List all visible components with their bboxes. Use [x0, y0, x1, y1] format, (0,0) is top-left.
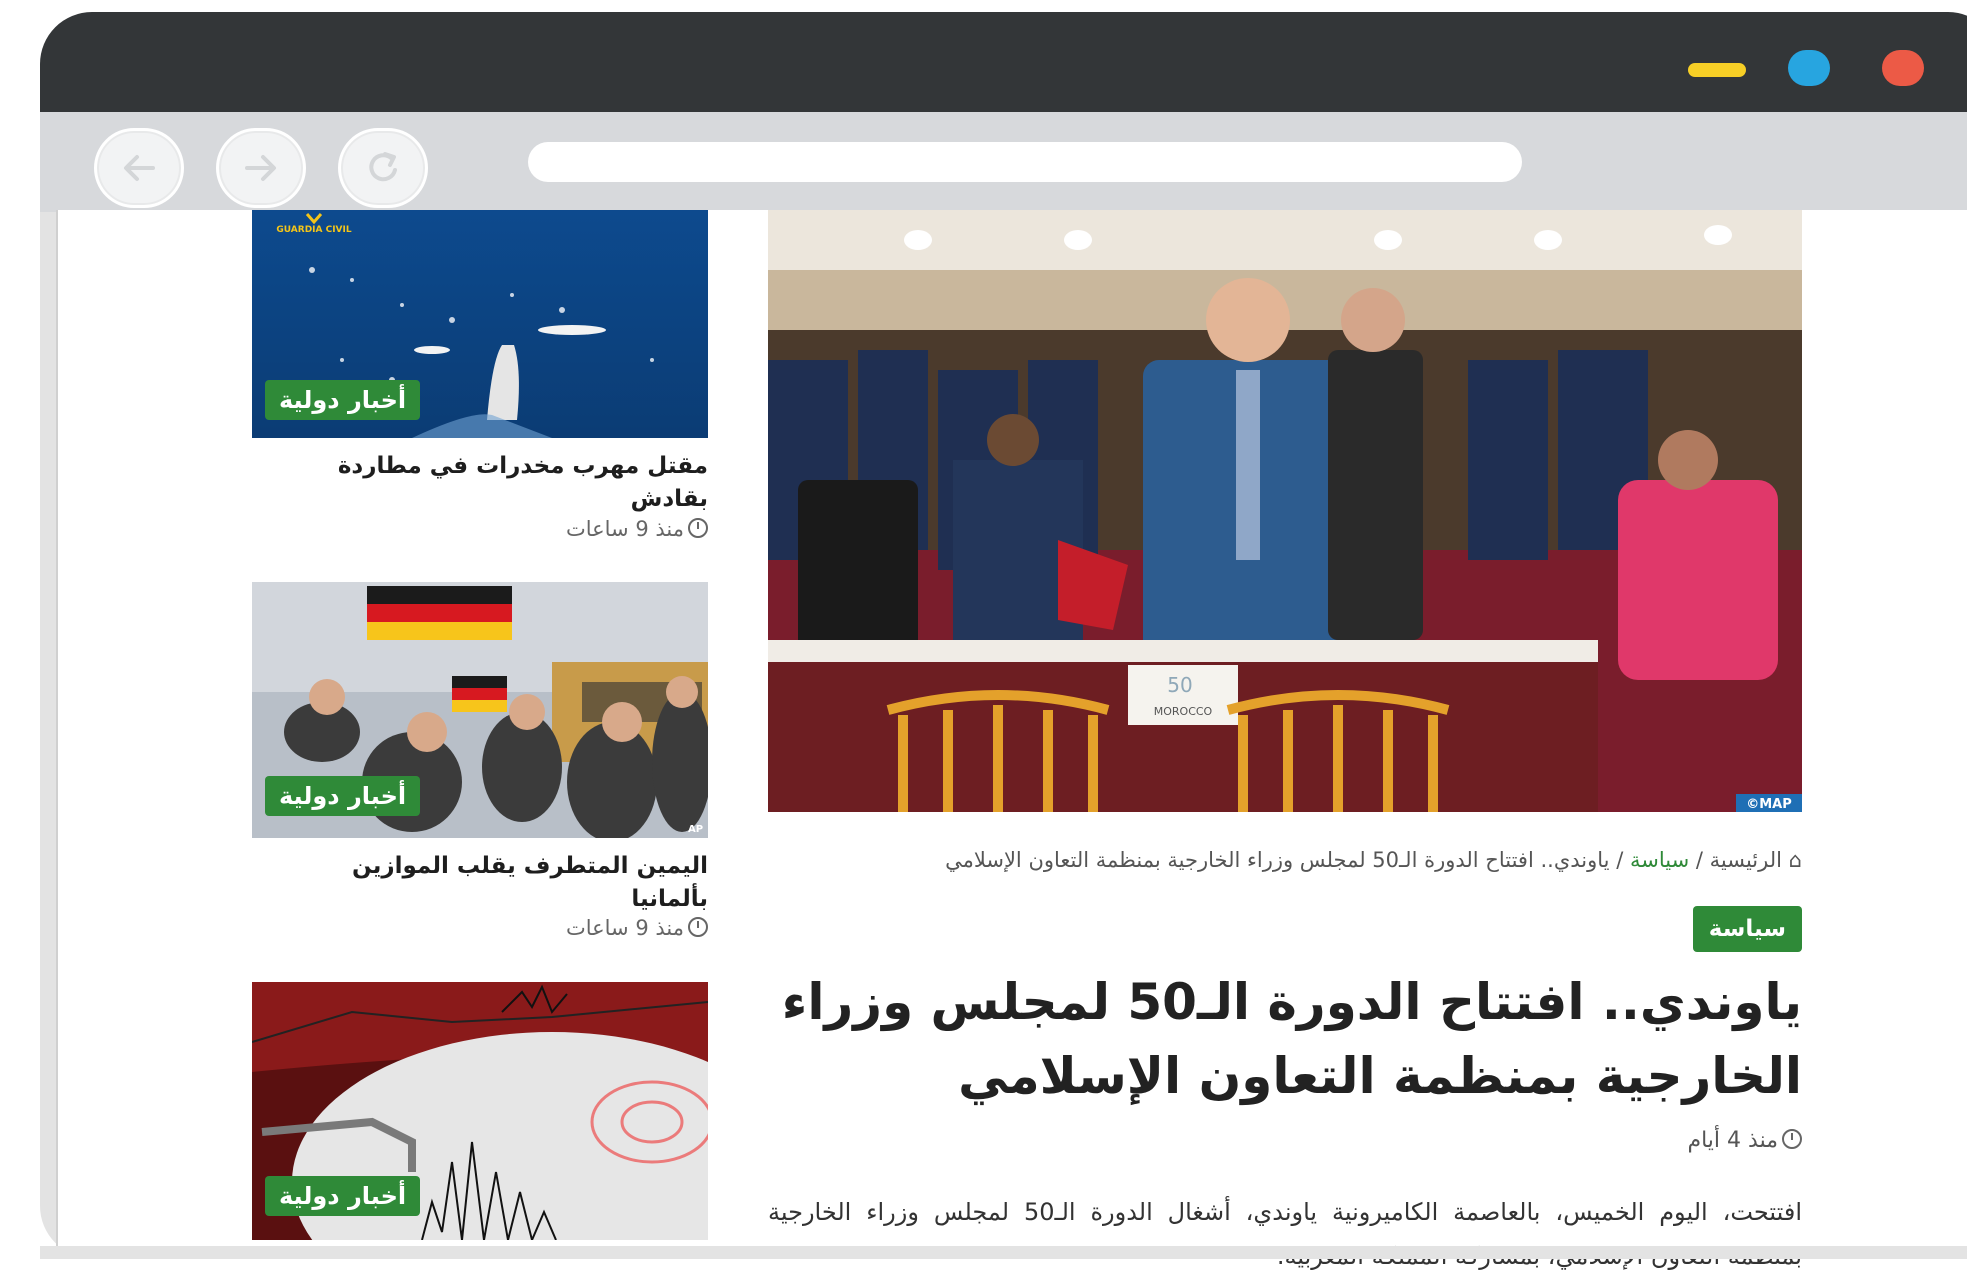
breadcrumb-category[interactable]: سياسة: [1630, 848, 1689, 872]
breadcrumb-current: ياوندي.. افتتاح الدورة الـ50 لمجلس وزراء…: [945, 848, 1610, 872]
news-card-title[interactable]: مقتل مهرب مخدرات في مطاردة بقادش: [252, 450, 708, 516]
news-card-title[interactable]: اليمين المتطرف يقلب الموازين بألمانيا: [252, 850, 708, 916]
breadcrumb-home[interactable]: الرئيسية: [1710, 848, 1782, 872]
clock-icon: [688, 917, 708, 937]
clock-icon: [688, 518, 708, 538]
maximize-button[interactable]: [1788, 50, 1830, 86]
watermark-text: AP: [688, 824, 703, 835]
category-badge[interactable]: سياسة: [1692, 906, 1802, 952]
minimize-button[interactable]: [1688, 63, 1746, 77]
reload-button[interactable]: [338, 128, 428, 208]
browser-titlebar: [40, 12, 1967, 120]
article-hero-image: 50 MOROCCO ©MAP: [768, 210, 1802, 812]
arrow-right-icon: [245, 155, 276, 181]
article-time: منذ 4 أيام: [768, 1128, 1802, 1153]
summit-logo: 50: [1167, 673, 1192, 697]
forward-button[interactable]: [216, 128, 306, 208]
news-card-time: منذ 9 ساعات: [252, 517, 708, 541]
home-icon[interactable]: ⌂: [1789, 848, 1802, 872]
reload-icon: [369, 152, 397, 182]
news-card-image[interactable]: أخبار دولية: [252, 982, 708, 1240]
back-button[interactable]: [94, 128, 184, 208]
svg-text:GUARDIA CIVIL: GUARDIA CIVIL: [276, 225, 351, 235]
country-placard: MOROCCO: [1154, 705, 1213, 718]
browser-bottom-edge: [40, 1246, 1967, 1259]
category-badge[interactable]: أخبار دولية: [265, 380, 421, 420]
article-lead: افتتحت، اليوم الخميس، بالعاصمة الكاميرون…: [768, 1198, 1803, 1270]
address-bar[interactable]: [528, 142, 1522, 182]
conference-photo: 50 MOROCCO ©MAP: [768, 210, 1802, 812]
article-headline: ياوندي.. افتتاح الدورة الـ50 لمجلس وزراء…: [781, 973, 1802, 1105]
photo-credit: ©MAP: [1746, 797, 1792, 812]
breadcrumb: ⌂ الرئيسية / سياسة / ياوندي.. افتتاح الد…: [945, 848, 1802, 872]
news-card-image[interactable]: GUARDIA CIVIL أخبار دولية: [252, 210, 708, 438]
news-card-time: منذ 9 ساعات: [252, 916, 708, 940]
close-button[interactable]: [1882, 50, 1924, 86]
category-badge[interactable]: أخبار دولية: [265, 1176, 421, 1216]
news-card-image[interactable]: AP أخبار دولية: [252, 582, 708, 838]
category-badge[interactable]: أخبار دولية: [265, 776, 421, 816]
clock-icon: [1782, 1129, 1802, 1149]
arrow-left-icon: [124, 155, 155, 181]
